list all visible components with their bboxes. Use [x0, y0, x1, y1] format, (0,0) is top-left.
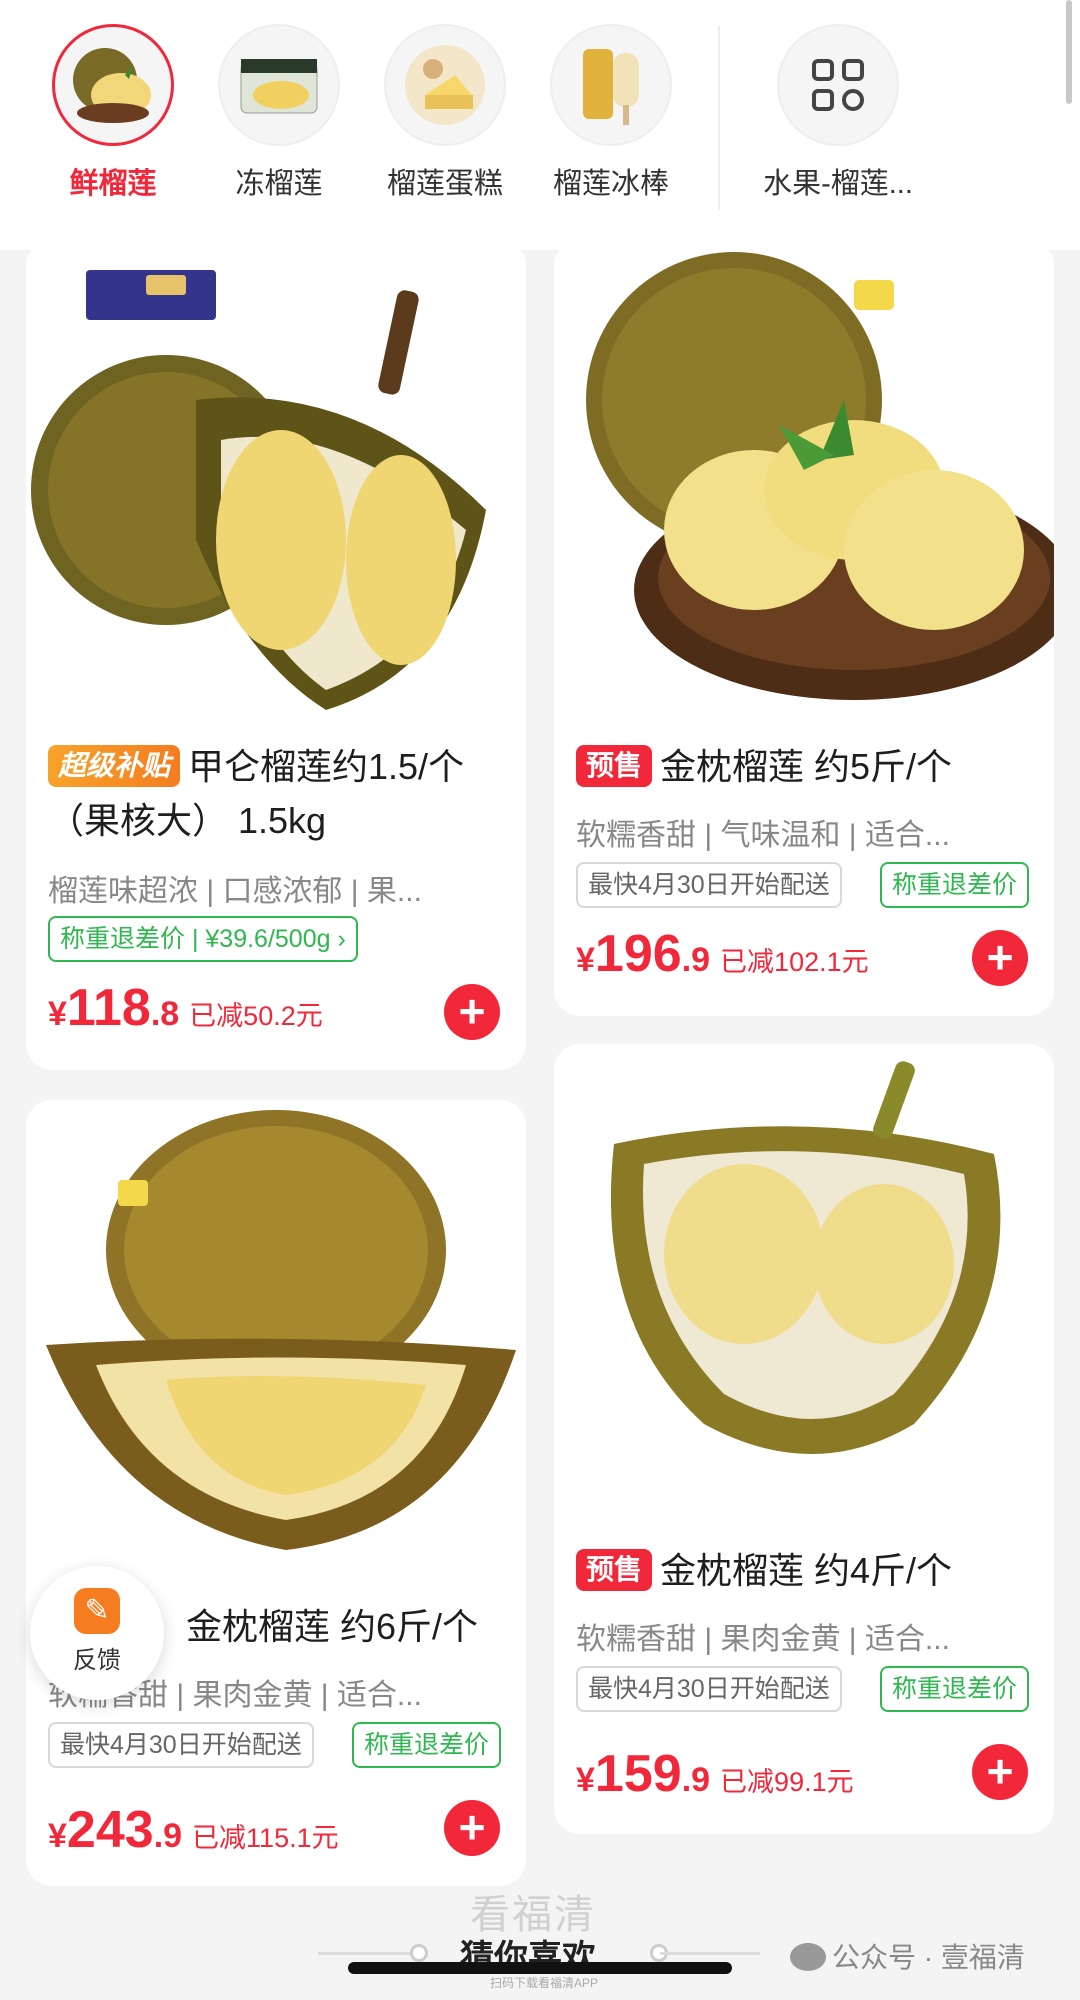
- add-to-cart-button[interactable]: +: [972, 930, 1028, 986]
- presale-tag: 预售: [576, 1549, 653, 1591]
- product-card[interactable]: 超级补贴 甲仑榴莲约1.5/个（果核大） 1.5kg 榴莲味超浓 | 口感浓郁 |…: [26, 240, 526, 1070]
- product-image: [26, 240, 526, 710]
- category-fresh-durian[interactable]: 鲜榴莲: [38, 24, 188, 202]
- product-subtitle: 软糯香甜 | 果肉金黄 | 适合...: [576, 1623, 950, 1656]
- weight-refund-price-pill[interactable]: 称重退差价: [880, 1666, 1030, 1712]
- feedback-label: 反馈: [73, 1647, 121, 1674]
- super-subsidy-tag: 超级补贴: [48, 745, 181, 787]
- weight-refund-price-pill[interactable]: 称重退差价: [880, 862, 1030, 908]
- discount-amount: 已减102.1元: [720, 947, 869, 977]
- discount-amount: 已减50.2元: [189, 1001, 323, 1031]
- category-durian-cake[interactable]: 榴莲蛋糕: [370, 24, 520, 202]
- add-to-cart-button[interactable]: +: [444, 984, 500, 1040]
- category-all-fruits-durian[interactable]: 水果-榴莲...: [748, 24, 928, 202]
- wechat-source-label: 公众号 · 壹福清: [790, 1936, 1025, 1976]
- product-subtitle: 软糯香甜 | 气味温和 | 适合...: [576, 819, 950, 852]
- product-subtitle: 榴莲味超浓 | 口感浓郁 | 果...: [48, 875, 422, 908]
- fresh-durian-thumbnail: [52, 24, 174, 146]
- edit-icon: ✎: [74, 1588, 120, 1634]
- weight-refund-price-pill[interactable]: 称重退差价: [352, 1722, 502, 1768]
- category-label: 鲜榴莲: [69, 168, 157, 200]
- product-price: ¥118.8 已减50.2元: [48, 979, 323, 1037]
- product-price: ¥196.9 已减102.1元: [576, 925, 869, 983]
- feedback-button[interactable]: ✎ 反馈: [30, 1566, 164, 1700]
- guess-you-like-section: 看福清 猜你喜欢 扫码下载看福清APP 公众号 · 壹福清: [0, 1880, 1080, 2000]
- product-image: [554, 1044, 1054, 1514]
- weight-refund-price-pill[interactable]: 称重退差价 | ¥39.6/500g ›: [48, 916, 358, 962]
- category-divider: [718, 26, 720, 210]
- delivery-date-pill: 最快4月30日开始配送: [576, 862, 842, 908]
- durian-popsicle-thumbnail: [550, 24, 672, 146]
- product-title: 金枕榴莲 约6斤/个: [186, 1606, 479, 1647]
- product-image: [554, 240, 1054, 710]
- product-title: 预售 金枕榴莲 约4斤/个: [576, 1544, 1036, 1598]
- delivery-date-pill: 最快4月30日开始配送: [48, 1722, 314, 1768]
- wechat-icon: [790, 1943, 826, 1971]
- scrollbar[interactable]: [1066, 0, 1072, 104]
- category-label: 水果-榴莲...: [763, 168, 913, 200]
- product-title: 预售 金枕榴莲 约5斤/个: [576, 740, 1036, 794]
- add-to-cart-button[interactable]: +: [444, 1800, 500, 1856]
- watermark-caption: 扫码下载看福清APP: [490, 1976, 599, 1990]
- product-card[interactable]: 金枕榴莲 约6斤/个 软糯香甜 | 果肉金黄 | 适合... 最快4月30日开始…: [26, 1100, 526, 1886]
- category-frozen-durian[interactable]: 冻榴莲: [204, 24, 354, 202]
- product-image: [26, 1100, 526, 1570]
- home-indicator[interactable]: [348, 1962, 732, 1974]
- product-card[interactable]: 预售 金枕榴莲 约4斤/个 软糯香甜 | 果肉金黄 | 适合... 最快4月30日…: [554, 1044, 1054, 1834]
- divider-line-right: [660, 1952, 760, 1955]
- category-durian-popsicle[interactable]: 榴莲冰棒: [536, 24, 686, 202]
- divider-line-left: [318, 1952, 418, 1955]
- category-label: 榴莲冰棒: [552, 168, 669, 200]
- add-to-cart-button[interactable]: +: [972, 1744, 1028, 1800]
- discount-amount: 已减99.1元: [720, 1767, 854, 1797]
- all-categories-thumbnail: [777, 24, 899, 146]
- product-title: 超级补贴 甲仑榴莲约1.5/个（果核大） 1.5kg: [48, 745, 465, 841]
- product-card[interactable]: 预售 金枕榴莲 约5斤/个 软糯香甜 | 气味温和 | 适合... 最快4月30日…: [554, 240, 1054, 1016]
- product-price: ¥159.9 已减99.1元: [576, 1745, 854, 1803]
- category-bar: 鲜榴莲 冻榴莲 榴莲蛋糕 榴莲冰棒 水果-榴莲...: [0, 0, 1080, 250]
- discount-amount: 已减115.1元: [192, 1823, 339, 1853]
- category-label: 榴莲蛋糕: [386, 168, 503, 200]
- divider-dot-left: [410, 1944, 428, 1962]
- presale-tag: 预售: [576, 745, 653, 787]
- frozen-durian-thumbnail: [218, 24, 340, 146]
- product-price: ¥243.9 已减115.1元: [48, 1801, 339, 1859]
- grid-icon: [812, 59, 864, 111]
- delivery-date-pill: 最快4月30日开始配送: [576, 1666, 842, 1712]
- durian-cake-thumbnail: [384, 24, 506, 146]
- category-label: 冻榴莲: [235, 168, 323, 200]
